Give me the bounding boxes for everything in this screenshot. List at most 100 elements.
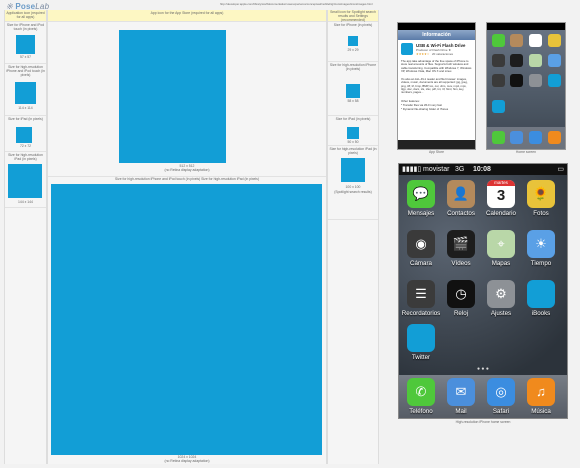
thumb-contacts-icon [510, 34, 523, 47]
icon-72-size: 72 x 72 [19, 144, 32, 148]
app-description-1: The app take advantage of the free space… [401, 59, 472, 73]
network-type: 3G [455, 166, 465, 173]
weather-icon[interactable]: ☀ [527, 230, 555, 258]
app-store-screenshot: Información USB & Wi-Fi Flash Drive Prod… [397, 22, 476, 150]
status-time: 10:08 [473, 166, 491, 173]
app-label: Calendario [486, 210, 516, 217]
thumb-clock-icon [510, 74, 523, 87]
spotlight-icon-column: Small icon for Spotlight search results … [327, 10, 379, 464]
icon-29-size: 29 x 29 [347, 48, 359, 52]
home-screen: ▮▮▮▮▯ movistar 3G 10:08 ▭ 💬 Mensajes 👤 Cont… [398, 163, 568, 419]
thumb-twitter-icon [492, 100, 505, 113]
icon-58-preview [346, 84, 360, 98]
home-screen-caption: Home screen [515, 150, 537, 154]
home-screen-thumbnail [486, 22, 566, 150]
icon-1024-note: (no Retina display adaptation) [164, 459, 210, 463]
videos-icon[interactable]: 🎬 [447, 230, 475, 258]
app-description-2: It's also an ALL-IN-1 reader and file br… [401, 77, 468, 95]
calendar-icon[interactable]: martes 3 [487, 180, 515, 208]
clock-icon[interactable]: ◷ [447, 280, 475, 308]
icon-114-size: 114 x 114 [18, 106, 33, 110]
camera-icon[interactable]: ◉ [407, 230, 435, 258]
app-icon-header: Application icon (required for all apps) [6, 11, 45, 19]
settings-icon[interactable]: ⚙ [487, 280, 515, 308]
app-icon [401, 43, 413, 55]
icon-512-preview [119, 30, 226, 163]
icon-114-preview [15, 82, 36, 104]
twitter-icon[interactable] [407, 324, 435, 352]
contacts-icon[interactable]: 👤 [447, 180, 475, 208]
thumb-camera-icon [492, 54, 505, 67]
app-label: Fotos [533, 210, 549, 217]
dock-label: Teléfono [409, 408, 433, 415]
calendar-date: 3 [496, 187, 506, 204]
app-label: Mensajes [407, 210, 435, 217]
icon-144-preview [8, 164, 42, 198]
icon-58-size: 58 x 58 [347, 99, 359, 103]
thumb-ibooks-icon [548, 74, 561, 87]
app-label: Reloj [453, 310, 469, 317]
ibooks-icon[interactable] [527, 280, 555, 308]
app-label: iBooks [531, 310, 551, 317]
thumb-mail-icon [510, 131, 523, 144]
app-label: Vídeos [451, 260, 471, 267]
icon-50-preview [347, 127, 359, 139]
thumb-phone-icon [492, 131, 505, 144]
app-label: Mapas [491, 260, 511, 267]
home-screen-main-caption: High-resolution iPhone home screen [455, 420, 511, 424]
thumb-maps-icon [529, 54, 542, 67]
dock-label: Mail [455, 408, 467, 415]
app-label: Ajustes [490, 310, 512, 317]
carrier-name: movistar [423, 166, 450, 173]
app-icon-column: Application icon (required for all apps)… [4, 10, 47, 464]
music-icon[interactable]: ♫ [527, 378, 555, 406]
icon-1024-preview [51, 184, 322, 455]
dock-label: Safari [492, 408, 510, 415]
app-store-icon-column: App icon for the App Store (required for… [47, 10, 327, 464]
status-bar: ▮▮▮▮▯ movistar 3G 10:08 ▭ [399, 164, 567, 175]
spotlight-ipad-title: Size for iPad (in pixels) [335, 117, 371, 121]
icon-57-size: 57 x 57 [19, 55, 32, 59]
app-store-caption: App Store [428, 150, 445, 154]
thumb-weather-icon [548, 54, 561, 67]
thumb-photos-icon [548, 34, 561, 47]
icon-57-preview [16, 35, 35, 54]
app-ratings-count: 20 valoraciones [432, 52, 454, 56]
app-label: Tiempo [530, 260, 552, 267]
app-label: Twitter [411, 354, 431, 361]
photos-icon[interactable]: 🌻 [527, 180, 555, 208]
thumb-music-icon [548, 131, 561, 144]
phone-icon[interactable]: ✆ [407, 378, 435, 406]
icon-29-preview [348, 36, 358, 46]
maps-icon[interactable]: ⌖ [487, 230, 515, 258]
hires-ipad-size-title: Size for high-resolution iPad (in pixels… [8, 153, 43, 161]
safari-icon[interactable]: ◎ [487, 378, 515, 406]
spotlight-hires-iphone-title: Size for high-resolution iPhone (in pixe… [329, 63, 377, 71]
spotlight-hires-ipad-title: Size for high-resolution iPad (in pixels… [329, 147, 377, 155]
dock-label: Música [531, 408, 551, 415]
app-label: Cámara [409, 260, 432, 267]
icon-512-note: (no Retina display adaptation) [164, 168, 210, 172]
thumb-calendar-icon [529, 34, 542, 47]
thumb-videos-icon [510, 54, 523, 67]
source-url[interactable]: http://developer.apple.com/library/ios/#… [220, 2, 390, 7]
thumb-safari-icon [529, 131, 542, 144]
app-store-header: App icon for the App Store (required for… [150, 11, 224, 15]
icon-50-size: 50 x 50 [347, 140, 359, 144]
spotlight-iphone-title: Size for iPhone (in pixels) [333, 23, 373, 27]
page-indicator: ● ● ● [477, 366, 489, 372]
icon-100-preview [341, 158, 365, 182]
messages-icon[interactable]: 💬 [407, 180, 435, 208]
thumb-messages-icon [492, 34, 505, 47]
hires-iphone-size-title: Size for high-resolution iPhone and iPod… [6, 65, 45, 77]
tab-bar [398, 140, 475, 149]
nav-bar-title: Información [398, 30, 475, 40]
hires-header: Size for high-resolution iPhone and iPod… [115, 177, 259, 181]
reminders-icon[interactable]: ☰ [407, 280, 435, 308]
app-label: Recordatorios [401, 310, 441, 317]
iphone-size-title: Size for iPhone and iPod touch (in pixel… [6, 23, 45, 31]
mail-icon[interactable]: ✉ [447, 378, 475, 406]
icon-72-preview [16, 127, 32, 143]
app-rating: ★★★★☆ [416, 52, 430, 56]
thumb-settings-icon [529, 74, 542, 87]
